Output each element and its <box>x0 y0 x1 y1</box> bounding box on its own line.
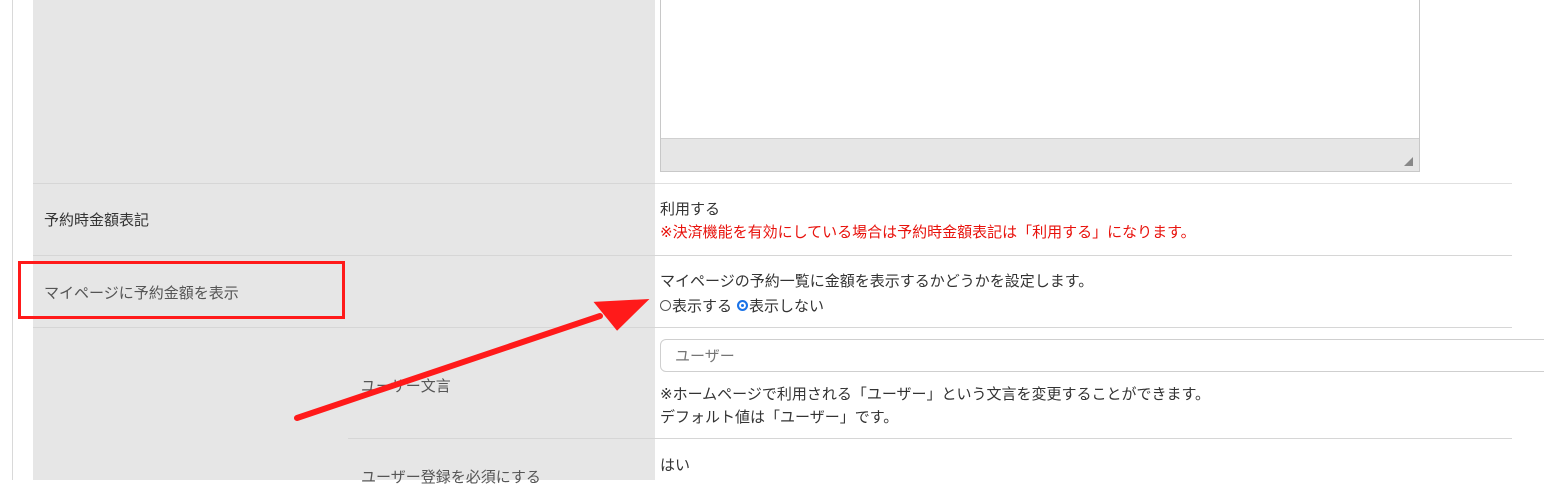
annotation-arrow-icon <box>294 298 650 421</box>
